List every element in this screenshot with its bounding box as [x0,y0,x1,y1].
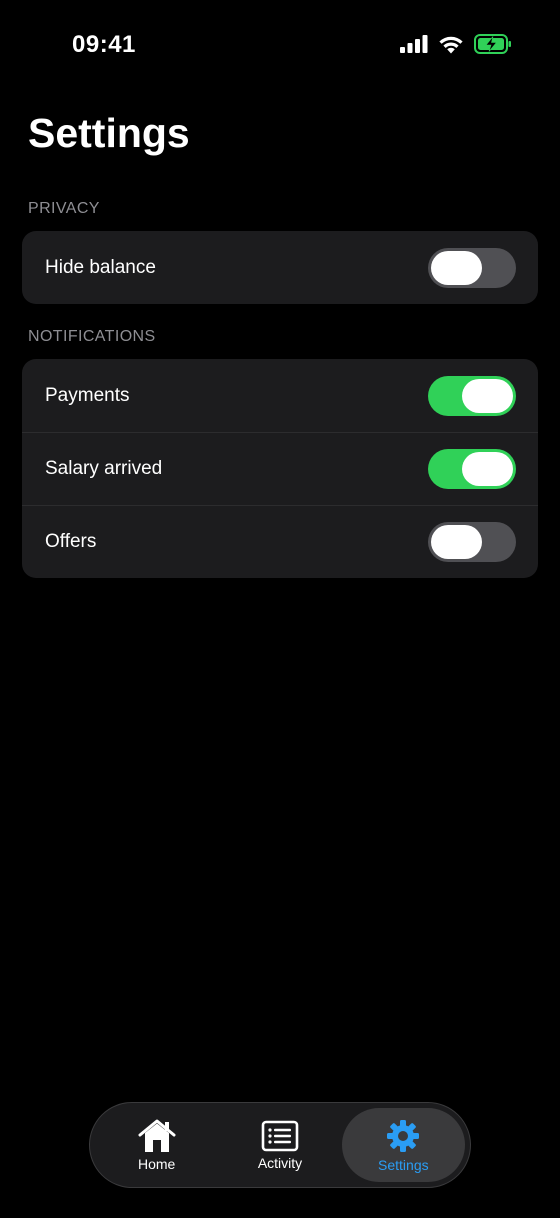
page-title: Settings [28,110,190,156]
status-time: 09:41 [72,31,136,58]
privacy-group: Hide balance [22,231,538,304]
status-icons [400,34,512,54]
hide-balance-toggle[interactable] [428,247,516,288]
tab-activity[interactable]: Activity [218,1108,341,1182]
salary-arrived-toggle[interactable] [428,448,516,489]
wifi-icon [438,35,464,54]
home-icon [138,1119,176,1153]
offers-toggle[interactable] [428,521,516,562]
notifications-group: Payments Salary arrived Offers [22,359,538,578]
tab-home[interactable]: Home [95,1108,218,1182]
status-bar: 09:41 [0,0,560,90]
tab-settings[interactable]: Settings [341,1108,465,1182]
setting-row-payments: Payments [22,359,538,432]
signal-icon [400,35,428,53]
setting-row-salary-arrived: Salary arrived [22,432,538,505]
toggle-knob [431,524,482,559]
battery-charging-icon [474,34,512,54]
tab-label: Settings [378,1156,429,1173]
tab-label: Home [137,1155,176,1172]
tab-label: Activity [257,1154,303,1171]
setting-row-offers: Offers [22,505,538,578]
gear-icon [385,1118,421,1154]
tab-bar: Home Activity Settings [89,1102,471,1188]
toggle-knob [431,250,482,285]
setting-label: Hide balance [45,256,156,278]
toggle-knob [462,451,513,486]
payments-toggle[interactable] [428,375,516,416]
setting-label: Payments [45,384,130,406]
activity-list-icon [261,1120,299,1152]
section-header-privacy: PRIVACY [28,200,100,217]
toggle-knob [462,378,513,413]
settings-screen: 09:41 Settings PRIVACY Hide balance NOTI… [0,0,560,1218]
section-header-notifications: NOTIFICATIONS [28,328,156,345]
setting-row-hide-balance: Hide balance [22,231,538,304]
setting-label: Salary arrived [45,457,163,479]
setting-label: Offers [45,530,97,552]
